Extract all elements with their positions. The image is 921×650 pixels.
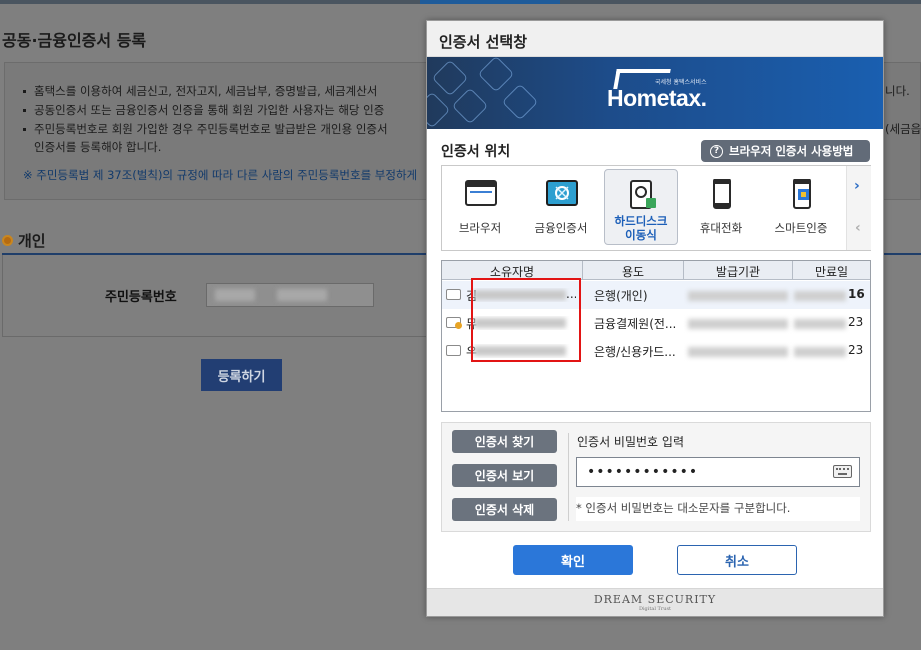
password-input[interactable]: •••••••••••• (576, 457, 860, 487)
browser-icon (465, 180, 497, 206)
cert-issuer (688, 319, 788, 329)
location-hard-disk[interactable]: 하드디스크 이동식 (604, 169, 678, 245)
view-cert-button[interactable]: 인증서 보기 (452, 464, 557, 487)
notice-line-3-end: (세금읍 (885, 122, 921, 136)
cert-expiry: 23 (792, 343, 868, 359)
financial-cert-icon (546, 180, 578, 206)
section-divider-right (884, 253, 921, 255)
password-note: * 인증서 비밀번호는 대소문자를 구분합니다. (576, 497, 860, 521)
location-mobile-phone[interactable]: 휴대전화 (684, 169, 758, 245)
section-individual: 개인 (2, 230, 46, 251)
chevron-left-icon[interactable]: ‹ (855, 220, 861, 236)
certificate-icon (446, 289, 461, 300)
notice-line-2: 공동인증서 또는 금융인증서 인증을 통해 회원 가입한 사용자는 해당 인증 (23, 102, 384, 118)
delete-cert-button[interactable]: 인증서 삭제 (452, 498, 557, 521)
password-area: 인증서 찾기 인증서 보기 인증서 삭제 인증서 비밀번호 입력 •••••••… (441, 422, 871, 532)
chevron-right-icon[interactable]: › (854, 178, 860, 194)
location-header: 인증서 위치 ? 브라우저 인증서 사용방법 (427, 129, 883, 167)
footer-tagline: Digital Trust (638, 606, 672, 612)
dreamsecurity-logo: DREAM SECURITY (593, 593, 717, 606)
cert-usage: 금융결제원(전... (594, 317, 677, 331)
header-issuer: 발급기관 (715, 265, 761, 279)
smart-cert-icon (793, 179, 811, 209)
dialog-footer: DREAM SECURITY Digital Trust (427, 588, 883, 616)
header-expiry: 만료일 (814, 265, 849, 279)
hometax-banner: 국세청 홈택스서비스 Hometax. (427, 57, 883, 129)
notice-warning: ※ 주민등록법 제 37조(벌칙)의 규정에 따라 다른 사람의 주민등록번호를… (23, 168, 418, 182)
cert-expiry: 16 (792, 287, 868, 303)
notice-line-3: 주민등록번호로 회원 가입한 경우 주민등록번호로 발급받은 개인용 인증서 (23, 121, 388, 137)
cert-usage: 은행/신용카드... (594, 345, 676, 359)
browser-cert-help-button[interactable]: ? 브라우저 인증서 사용방법 (701, 140, 870, 162)
location-label: 인증서 위치 (441, 144, 511, 160)
dialog-title: 인증서 선택창 (427, 21, 883, 57)
find-cert-button[interactable]: 인증서 찾기 (452, 430, 557, 453)
confirm-button[interactable]: 확인 (513, 545, 633, 575)
notice-line-4: 인증서를 등록해야 합니다. (34, 140, 162, 154)
owner-highlight-box (471, 278, 581, 362)
notice-line-1: 홈택스를 이용하여 세금신고, 전자고지, 세금납부, 증명발급, 세금계산서 (23, 83, 377, 99)
rrn-label: 주민등록번호 (105, 290, 177, 305)
location-browser[interactable]: 브라우저 (443, 169, 517, 245)
rrn-input[interactable] (206, 283, 374, 307)
top-bar (0, 0, 921, 4)
header-usage: 용도 (621, 265, 645, 279)
location-scroll: › ‹ (846, 166, 871, 250)
register-button[interactable]: 등록하기 (201, 359, 282, 391)
cert-expiry: 23 (792, 315, 868, 331)
password-label: 인증서 비밀번호 입력 (577, 435, 684, 449)
virtual-keyboard-icon[interactable] (833, 465, 852, 478)
hard-disk-icon (630, 180, 656, 209)
location-smart-cert[interactable]: 스마트인증 (764, 169, 838, 245)
section-bullet-icon (2, 235, 13, 246)
certificate-expiring-icon (446, 317, 462, 329)
certificate-icon (446, 345, 461, 356)
cert-location-list: 브라우저 금융인증서 하드디스크 이동식 휴대전화 스마트인증 › ‹ (441, 165, 871, 251)
mobile-phone-icon (713, 179, 731, 209)
notice-line-1-end: 니다. (885, 84, 910, 98)
certificate-dialog: 인증서 선택창 국세청 홈택스서비스 Hometax. 인증서 위치 ? 브라우… (426, 20, 884, 617)
question-icon: ? (710, 144, 723, 158)
cancel-button[interactable]: 취소 (677, 545, 797, 575)
cert-issuer (688, 291, 788, 301)
cert-usage: 은행(개인) (594, 289, 648, 303)
location-financial-cert[interactable]: 금융인증서 (524, 169, 598, 245)
page-title: 공동·금융인증서 등록 (2, 31, 147, 50)
cert-issuer (688, 347, 788, 357)
